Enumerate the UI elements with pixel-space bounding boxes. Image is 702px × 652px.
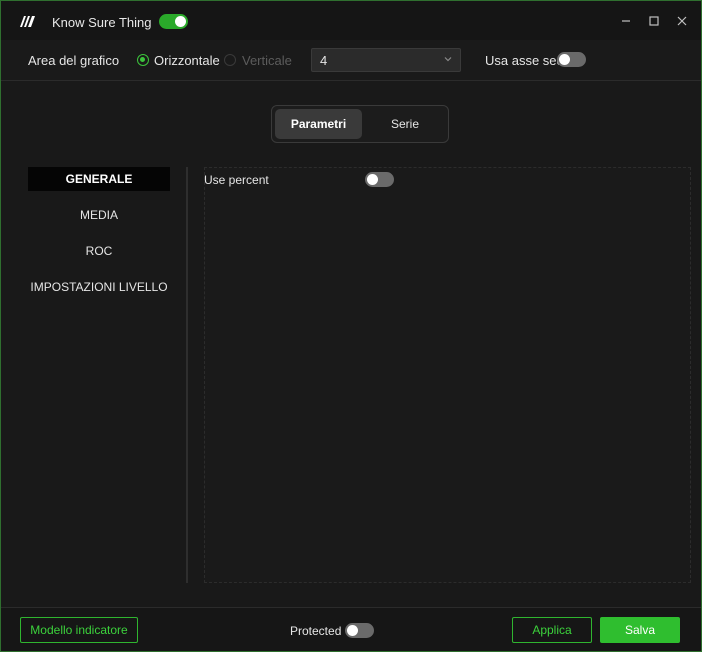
apply-button[interactable]: Applica [512,617,592,643]
sidebar-item-generale[interactable]: GENERALE [28,167,170,191]
toggle-knob [175,16,186,27]
select-value: 4 [320,53,328,68]
tab-parametri[interactable]: Parametri [275,109,362,139]
app-logo-icon [20,16,35,27]
sidebar-item-roc[interactable]: ROC [28,239,170,263]
title-bar[interactable]: Know Sure Thing [1,1,701,40]
protected-label: Protected [290,624,342,638]
indicator-model-button[interactable]: Modello indicatore [20,617,138,643]
chevron-down-icon [444,57,452,62]
protected-toggle[interactable] [345,623,374,638]
sidebar-item-media[interactable]: MEDIA [28,203,170,227]
toggle-knob [367,174,378,185]
footer-bar: Modello indicatore Protected Applica Sal… [1,607,701,651]
minimize-icon[interactable] [618,13,634,29]
radio-horizontal[interactable] [137,54,149,66]
chart-area-label: Area del grafico [28,53,120,68]
radio-vertical[interactable] [224,54,236,66]
window-title: Know Sure Thing [52,15,152,30]
save-button[interactable]: Salva [600,617,680,643]
chart-area-options: Area del grafico Orizzontale Verticale 4… [1,40,701,81]
radio-horizontal-label[interactable]: Orizzontale [154,53,220,68]
indicator-settings-window: Know Sure Thing Area del grafico Orizzon… [0,0,702,652]
tab-serie[interactable]: Serie [364,109,446,139]
parameters-panel [204,167,691,583]
settings-tabs: Parametri Serie [271,105,449,143]
chart-area-select[interactable]: 4 [311,48,461,72]
maximize-icon[interactable] [646,13,662,29]
use-percent-toggle[interactable] [365,172,394,187]
close-icon[interactable] [674,13,690,29]
indicator-visible-toggle[interactable] [159,14,188,29]
sidebar-item-impostazioni-livello[interactable]: IMPOSTAZIONI LIVELLO [28,275,170,299]
sidebar-divider [186,167,188,583]
secondary-axis-label: Usa asse sec. [485,53,567,68]
secondary-axis-toggle[interactable] [557,52,586,67]
toggle-knob [559,54,570,65]
toggle-knob [347,625,358,636]
use-percent-label: Use percent [204,173,269,187]
radio-vertical-label[interactable]: Verticale [242,53,292,68]
